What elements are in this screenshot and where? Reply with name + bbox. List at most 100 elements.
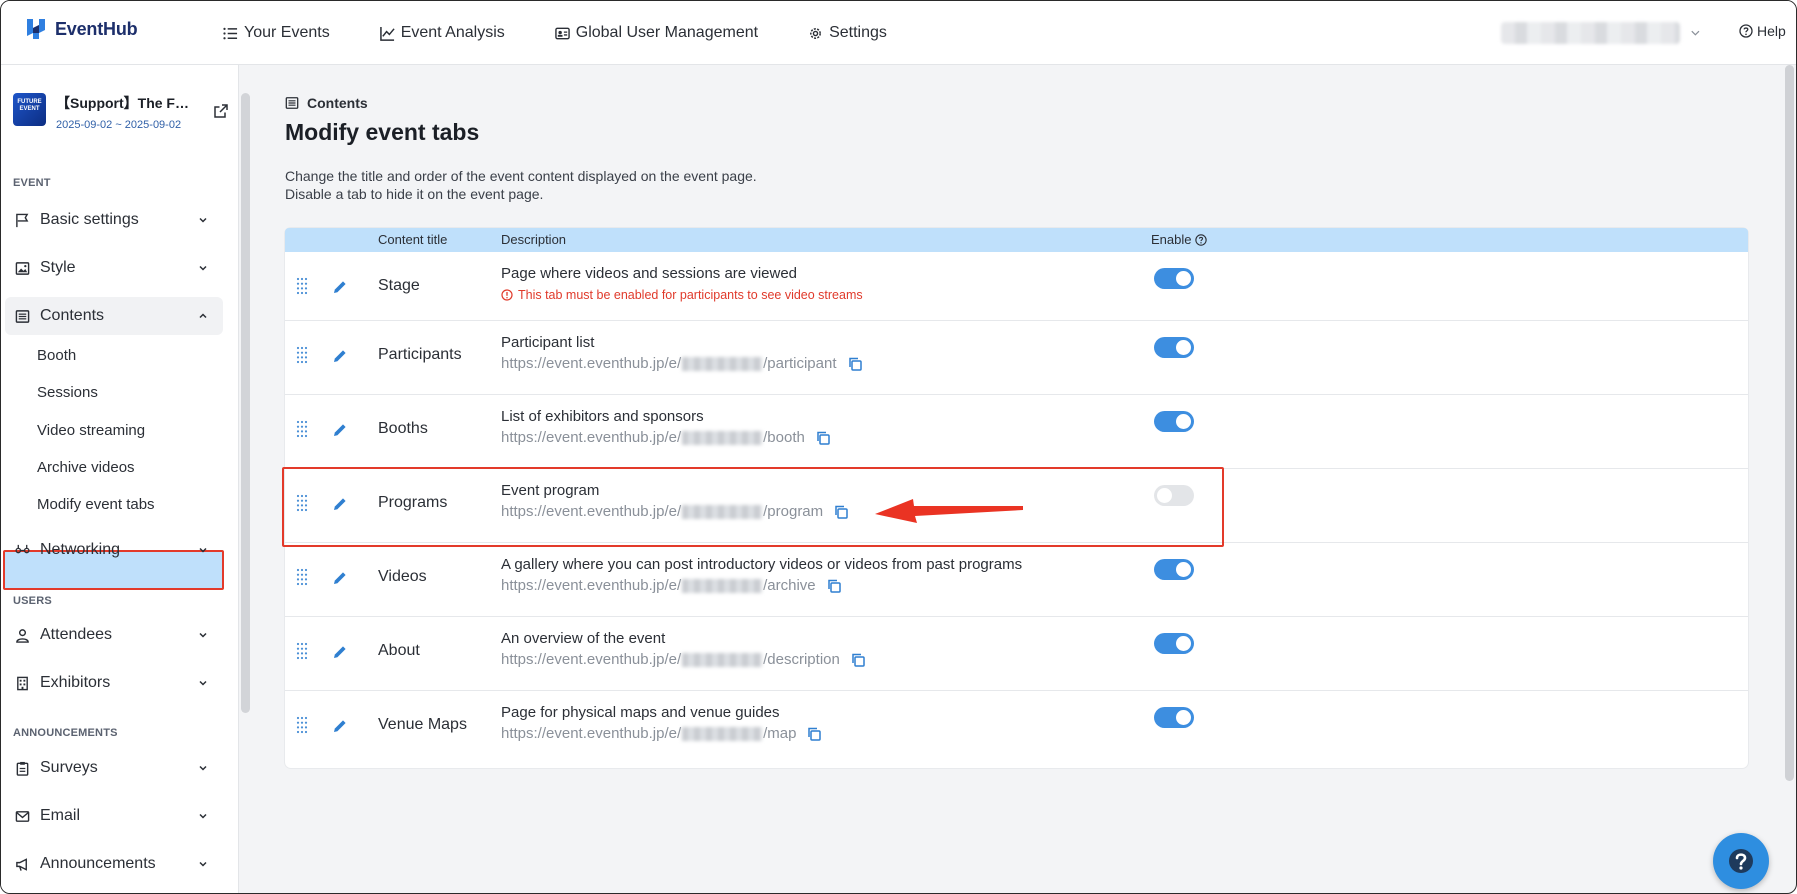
- chevron-down-icon: [199, 765, 207, 771]
- chevron-down-icon: [199, 861, 207, 867]
- breadcrumb: Contents: [285, 95, 368, 111]
- drag-handle-icon[interactable]: [295, 419, 309, 439]
- pencil-icon[interactable]: [332, 644, 348, 660]
- question-circle-icon[interactable]: [1195, 233, 1208, 246]
- header-enable: Enable: [1151, 232, 1208, 247]
- event-header: FUTURE EVENT 【Support】The F… 2025-09-02 …: [13, 93, 233, 131]
- pencil-icon[interactable]: [332, 570, 348, 586]
- menu-style[interactable]: Style: [5, 249, 223, 287]
- row-description: A gallery where you can post introductor…: [501, 556, 1023, 573]
- enable-toggle[interactable]: [1154, 268, 1194, 289]
- nav-event-analysis-label: Event Analysis: [400, 24, 505, 41]
- menu-basic-settings-label: Basic settings: [40, 211, 139, 228]
- gear-icon: [810, 27, 821, 39]
- row-url-prefix: https://event.eventhub.jp/e/: [501, 725, 682, 742]
- menu-announcements[interactable]: Announcements: [5, 845, 223, 883]
- menu-networking-label: Networking: [40, 541, 121, 558]
- menu-exhibitors-label: Exhibitors: [40, 674, 111, 691]
- pencil-icon[interactable]: [332, 348, 348, 364]
- id-card-icon: [554, 27, 570, 39]
- menu-style-label: Style: [40, 259, 76, 276]
- row-url[interactable]: https://event.eventhub.jp/e/ /participan…: [501, 355, 863, 372]
- row-url-suffix: /program: [763, 503, 824, 520]
- row-url[interactable]: https://event.eventhub.jp/e/ /descriptio…: [501, 651, 866, 668]
- nav-event-analysis[interactable]: Event Analysis: [379, 24, 505, 42]
- submenu-archive-videos[interactable]: Archive videos: [37, 459, 135, 476]
- row-url-prefix: https://event.eventhub.jp/e/: [501, 577, 682, 594]
- alert-circle-icon: [501, 289, 513, 301]
- eventhub-logo[interactable]: EventHub: [23, 16, 138, 42]
- menu-announcements-label: Announcements: [40, 855, 156, 872]
- pencil-icon[interactable]: [332, 279, 348, 295]
- row-url-prefix: https://event.eventhub.jp/e/: [501, 429, 682, 446]
- drag-handle-icon[interactable]: [295, 567, 309, 587]
- sidebar-scrollbar[interactable]: [241, 93, 250, 713]
- enable-toggle[interactable]: [1154, 559, 1194, 580]
- enable-toggle[interactable]: [1154, 633, 1194, 654]
- copy-icon[interactable]: [850, 652, 866, 668]
- url-redacted: [682, 356, 763, 371]
- enable-toggle[interactable]: [1154, 485, 1194, 506]
- submenu-video-streaming[interactable]: Video streaming: [37, 422, 145, 439]
- menu-attendees-label: Attendees: [40, 626, 113, 643]
- url-redacted: [682, 726, 763, 741]
- external-link-icon[interactable]: [213, 103, 229, 119]
- row-description: An overview of the event: [501, 630, 666, 647]
- copy-icon[interactable]: [815, 430, 831, 446]
- drag-handle-icon[interactable]: [295, 345, 309, 365]
- table-row: About An overview of the event https://e…: [285, 616, 1748, 690]
- row-description: Event program: [501, 482, 600, 499]
- pencil-icon[interactable]: [332, 422, 348, 438]
- menu-email[interactable]: Email: [5, 797, 223, 835]
- submenu-modify-event-tabs[interactable]: Modify event tabs: [37, 496, 155, 513]
- copy-icon[interactable]: [826, 578, 842, 594]
- pencil-icon[interactable]: [332, 718, 348, 734]
- nav-global-user-management[interactable]: Global User Management: [554, 24, 758, 42]
- row-url[interactable]: https://event.eventhub.jp/e/ /program: [501, 503, 849, 520]
- row-description: Page where videos and sessions are viewe…: [501, 265, 798, 282]
- menu-basic-settings[interactable]: Basic settings: [5, 201, 223, 239]
- logo-text: EventHub: [55, 18, 138, 39]
- nav-settings[interactable]: Settings: [808, 24, 887, 42]
- menu-attendees[interactable]: Attendees: [5, 616, 223, 654]
- question-bubble-icon: [1729, 849, 1753, 873]
- help-chat-button[interactable]: [1713, 833, 1769, 889]
- table-row: Booths List of exhibitors and sponsors h…: [285, 394, 1748, 468]
- drag-handle-icon[interactable]: [295, 641, 309, 661]
- submenu-booth[interactable]: Booth: [37, 347, 76, 364]
- menu-contents[interactable]: Contents: [5, 297, 223, 335]
- copy-icon[interactable]: [806, 726, 822, 742]
- row-url[interactable]: https://event.eventhub.jp/e/ /booth: [501, 429, 831, 446]
- account-menu[interactable]: [1501, 21, 1701, 45]
- nav-your-events[interactable]: Your Events: [223, 24, 330, 42]
- row-url[interactable]: https://event.eventhub.jp/e/ /archive: [501, 577, 842, 594]
- enable-toggle[interactable]: [1154, 707, 1194, 728]
- section-event: EVENT: [13, 177, 51, 189]
- logo-icon: [27, 19, 45, 39]
- chart-icon: [379, 26, 395, 41]
- drag-handle-icon[interactable]: [295, 715, 309, 735]
- help-link[interactable]: Help: [1739, 23, 1786, 39]
- chevron-down-icon: [199, 217, 207, 223]
- table-row: Venue Maps Page for physical maps and ve…: [285, 690, 1748, 764]
- menu-networking[interactable]: Networking: [5, 531, 223, 569]
- row-url-prefix: https://event.eventhub.jp/e/: [501, 503, 682, 520]
- main-scrollbar[interactable]: [1785, 65, 1794, 781]
- menu-surveys[interactable]: Surveys: [5, 749, 223, 787]
- copy-icon[interactable]: [847, 356, 863, 372]
- copy-icon[interactable]: [833, 504, 849, 520]
- help-label: Help: [1757, 23, 1786, 39]
- pencil-icon[interactable]: [332, 496, 348, 512]
- enable-toggle[interactable]: [1154, 337, 1194, 358]
- document-list-icon: [285, 97, 299, 109]
- building-icon: [17, 676, 28, 690]
- section-announcements: ANNOUNCEMENTS: [13, 727, 118, 739]
- enable-toggle[interactable]: [1154, 411, 1194, 432]
- drag-handle-icon[interactable]: [295, 493, 309, 513]
- row-url[interactable]: https://event.eventhub.jp/e/ /map: [501, 725, 822, 742]
- submenu-sessions[interactable]: Sessions: [37, 384, 98, 401]
- menu-exhibitors[interactable]: Exhibitors: [5, 664, 223, 702]
- url-redacted: [682, 578, 763, 593]
- drag-handle-icon[interactable]: [295, 276, 309, 296]
- row-warning-text: This tab must be enabled for participant…: [518, 288, 863, 302]
